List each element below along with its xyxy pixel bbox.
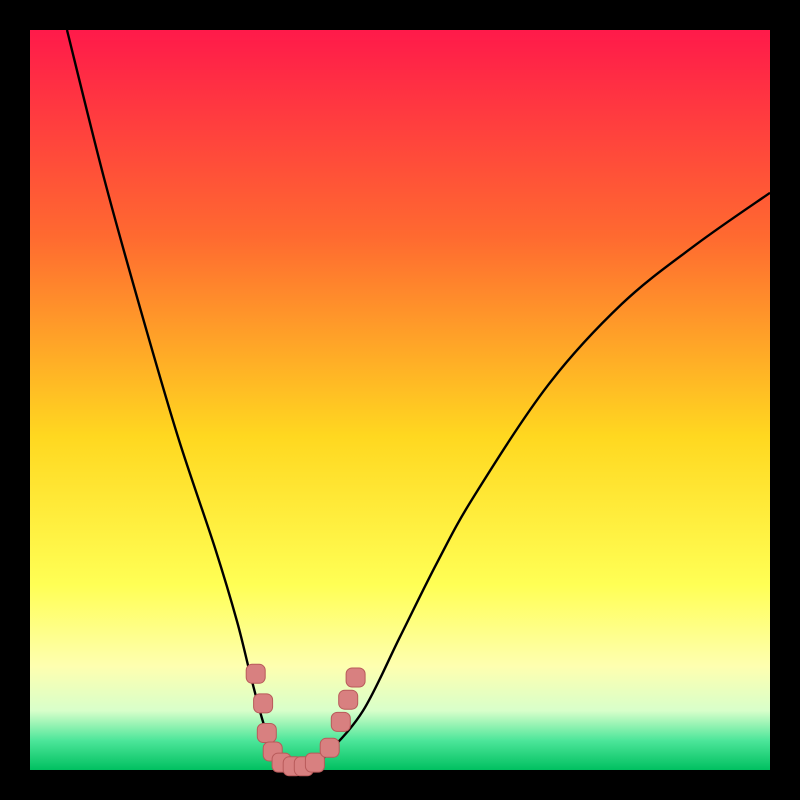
curve-marker (339, 690, 358, 709)
curve-marker (257, 724, 276, 743)
curve-marker (305, 753, 324, 772)
curve-marker (254, 694, 273, 713)
curve-marker (346, 668, 365, 687)
bottleneck-chart (0, 0, 800, 800)
curve-marker (246, 664, 265, 683)
curve-marker (320, 738, 339, 757)
plot-area (30, 30, 770, 770)
curve-marker (331, 712, 350, 731)
